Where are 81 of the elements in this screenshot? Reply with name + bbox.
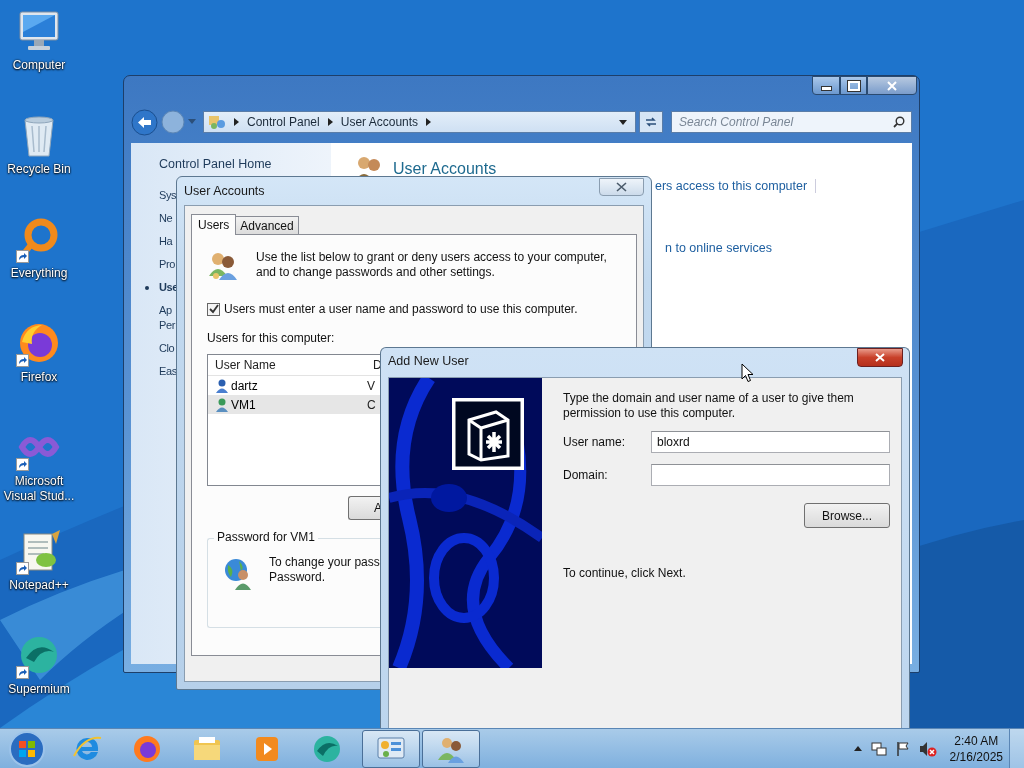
search-field[interactable]: Search Control Panel (671, 111, 912, 133)
task-link[interactable]: ers access to this computer (655, 179, 817, 193)
group-title: Password for VM1 (214, 530, 319, 544)
fox-globe-icon[interactable] (131, 733, 163, 764)
cursor-icon (741, 363, 754, 383)
address-bar[interactable]: Control Panel User Accounts (203, 111, 636, 133)
speaker-muted-icon[interactable] (918, 740, 937, 757)
desktop-icon-label: Computer (11, 58, 67, 73)
back-icon[interactable] (131, 108, 158, 136)
maximize-button[interactable] (840, 76, 867, 95)
sidebar-link[interactable]: Pro (159, 257, 177, 272)
control-panel-icon (208, 114, 226, 130)
close-icon (887, 80, 897, 91)
sidebar-link[interactable]: Control Panel Home (159, 157, 331, 171)
task-link[interactable]: n to online services (665, 241, 780, 255)
desktop-icon-label: Supermium (7, 682, 71, 697)
refresh-button[interactable] (639, 111, 663, 133)
input-field[interactable] (651, 464, 890, 486)
list-label: Users for this computer: (207, 331, 336, 345)
tab[interactable]: Users (191, 214, 237, 235)
close-icon (875, 353, 885, 362)
hint-text: To continue, click Next. (563, 566, 687, 580)
clock-time[interactable]: 2:40 AM (954, 732, 999, 749)
field-label: Domain: (563, 468, 609, 482)
taskbar-button[interactable] (422, 729, 480, 768)
input-field[interactable]: bloxrd (651, 431, 890, 453)
table-cell-text: VM1 (230, 397, 257, 412)
table-cell: C (367, 397, 376, 412)
desktop-icon-label: Firefox (19, 370, 59, 385)
dropdown-icon[interactable] (619, 119, 627, 125)
checkbox-label[interactable]: Users must enter a user name and password to use this computer. (224, 302, 578, 316)
minimize-button[interactable] (812, 76, 840, 95)
window-title: User Accounts (184, 184, 265, 198)
refresh-icon (644, 116, 658, 128)
browse-button[interactable]: Browse... (804, 503, 890, 528)
start-button[interactable] (8, 729, 46, 768)
page-heading: User Accounts (393, 160, 497, 178)
desktop-icon-label: Notepad++ (8, 578, 70, 593)
show-desktop-button[interactable] (1009, 728, 1024, 768)
table-cell-text: dartz (230, 378, 259, 393)
table-cell: V (367, 378, 375, 393)
clock-date[interactable]: 2/16/2025 (949, 748, 1003, 765)
sidebar-link[interactable]: Ha (159, 234, 177, 249)
user-icon (214, 377, 230, 394)
close-button[interactable] (599, 178, 644, 196)
close-button[interactable] (857, 348, 903, 367)
network-icon[interactable] (870, 740, 887, 757)
users-icon (207, 250, 239, 282)
chevron-icon[interactable] (327, 118, 333, 126)
group-text: To change your pass (269, 555, 380, 570)
sidebar-link[interactable]: Clo (159, 341, 177, 356)
sidebar-link[interactable]: Sys (159, 188, 177, 203)
group-text: Password. (269, 570, 327, 585)
column-header[interactable]: User Name (208, 358, 373, 372)
close-button[interactable] (867, 76, 917, 95)
book-icon (452, 398, 524, 470)
user-icon (214, 396, 230, 413)
intro-text: Use the list below to grant or deny users access to your computer, and to change passwords and other settings. (256, 250, 608, 281)
instruction-text: Type the domain and user name of a user to give them permission to use this computer. (563, 391, 855, 421)
close-icon (616, 182, 627, 192)
swirl-circle-icon[interactable] (311, 733, 343, 764)
chevron-icon[interactable] (426, 118, 432, 126)
checkbox[interactable] (207, 302, 220, 316)
sidebar-link[interactable]: Eas (159, 364, 177, 379)
desktop-icon-label: Microsoft Visual Stud... (2, 474, 76, 504)
breadcrumb-item[interactable]: User Accounts (340, 115, 419, 129)
field-label: User name: (563, 435, 627, 449)
window-title: Add New User (388, 354, 469, 368)
taskbar-button[interactable] (362, 729, 420, 768)
chevron-up-icon[interactable] (853, 746, 862, 751)
desktop-icon-label: Recycle Bin (6, 162, 72, 177)
flag-icon[interactable] (895, 740, 910, 757)
sidebar-link[interactable]: Ap Per (159, 303, 177, 333)
breadcrumb-item[interactable]: Control Panel (247, 115, 320, 129)
list-row[interactable]: VM1 C (208, 395, 382, 414)
search-icon[interactable] (893, 116, 905, 128)
tab[interactable]: Advanced (235, 216, 299, 234)
desktop-icon-label: Everything (9, 266, 69, 281)
list-row[interactable]: dartz V (208, 376, 382, 395)
chevron-icon[interactable] (234, 118, 239, 126)
sidebar-link[interactable]: Ne (159, 211, 177, 226)
